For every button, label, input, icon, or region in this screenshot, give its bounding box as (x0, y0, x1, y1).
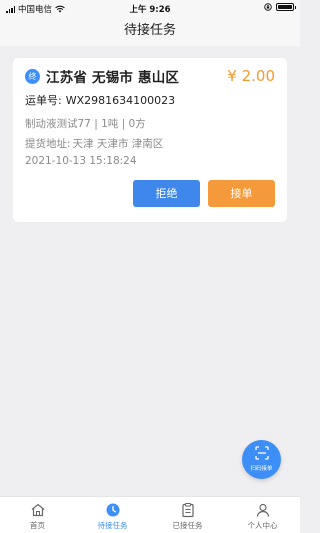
goods-info: 制动液测试77 | 1吨 | 0方 (25, 118, 146, 130)
status-bar: 中国电信 上午 9:26 (0, 0, 300, 16)
destination-address: 江苏省 无锡市 惠山区 (46, 70, 180, 86)
tab-bar: 首页 待接任务 已接任务 个人中心 (0, 496, 300, 533)
user-icon (256, 503, 269, 517)
status-time: 上午 9:26 (129, 5, 171, 15)
waybill-row: 运单号: WX2981634100023 (25, 92, 175, 108)
battery-icon (276, 3, 296, 11)
scan-accept-button[interactable]: 扫码接单 (242, 440, 281, 479)
home-icon (31, 503, 44, 517)
task-datetime: 2021-10-13 15:18:24 (25, 155, 137, 167)
scan-accept-label: 扫码接单 (250, 466, 273, 472)
destination-badge: 终 (25, 68, 40, 84)
tab-accepted-tasks[interactable]: 已接任务 (150, 497, 225, 533)
reject-button[interactable]: 拒绝 (133, 180, 200, 207)
accept-button[interactable]: 接单 (208, 180, 275, 207)
task-card[interactable]: 终 江苏省 无锡市 惠山区 ¥ 2.00 运单号: WX2981634100023… (13, 58, 287, 222)
waybill-label: 运单号: (25, 94, 62, 107)
tab-profile-label: 个人中心 (247, 521, 278, 530)
task-price: ¥ 2.00 (227, 67, 275, 85)
tab-pending-tasks[interactable]: 待接任务 (75, 497, 150, 533)
clock-icon (106, 503, 119, 517)
tab-pending-tasks-label: 待接任务 (97, 521, 128, 530)
orientation-lock-icon (264, 3, 272, 11)
tab-accepted-tasks-label: 已接任务 (172, 521, 203, 530)
tab-profile[interactable]: 个人中心 (225, 497, 300, 533)
status-right (264, 3, 296, 11)
scan-icon (255, 446, 269, 460)
task-header: 终 江苏省 无锡市 惠山区 ¥ 2.00 (25, 67, 275, 86)
page-title: 待接任务 (0, 16, 300, 46)
pickup-label: 提货地址: (25, 138, 71, 150)
pickup-row: 提货地址: 天津 天津市 津南区 (25, 136, 163, 151)
pickup-address: 天津 天津市 津南区 (72, 138, 164, 150)
tab-home-label: 首页 (30, 521, 45, 530)
tab-home[interactable]: 首页 (0, 497, 75, 533)
waybill-number: WX2981634100023 (65, 94, 176, 107)
clipboard-icon (181, 503, 194, 518)
